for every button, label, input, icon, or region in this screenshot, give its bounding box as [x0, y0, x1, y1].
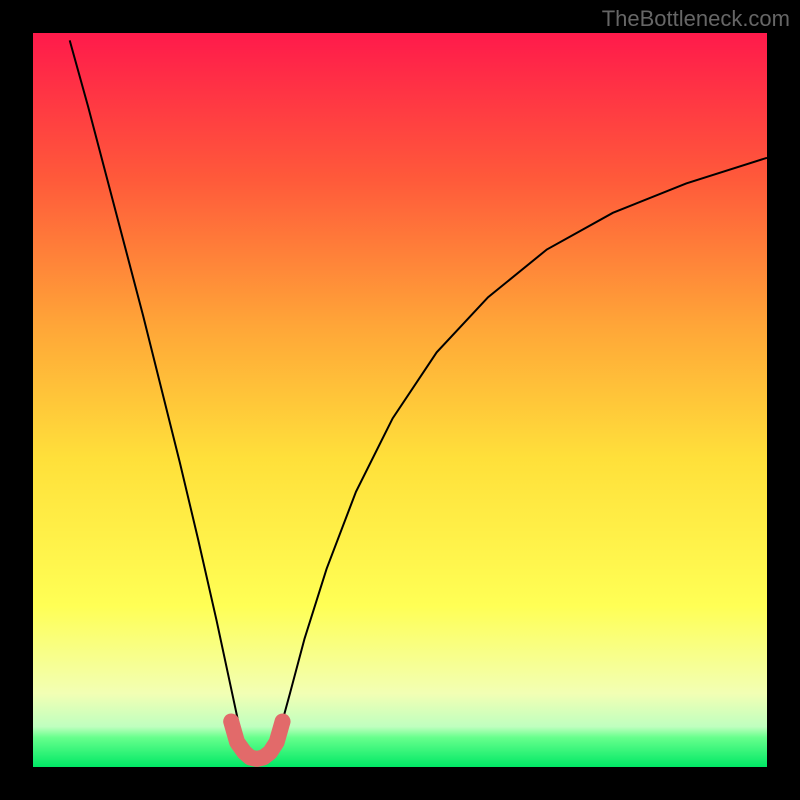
- bottleneck-chart: [0, 0, 800, 800]
- plot-background: [33, 33, 767, 767]
- chart-container: TheBottleneck.com: [0, 0, 800, 800]
- watermark-text: TheBottleneck.com: [602, 6, 790, 32]
